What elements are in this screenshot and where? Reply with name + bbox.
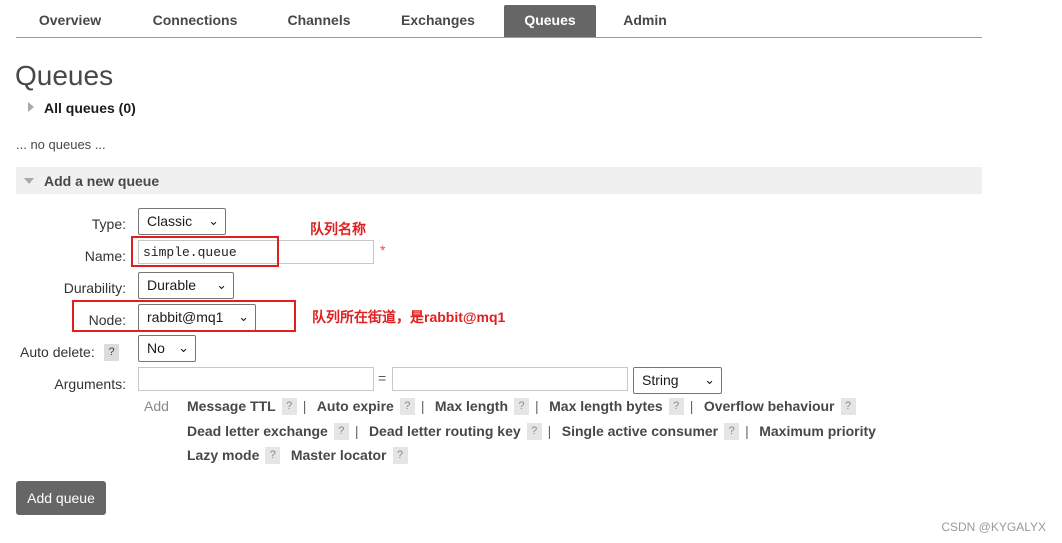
name-annotation: 队列名称	[310, 221, 366, 237]
no-queues-text: ... no queues ...	[16, 137, 106, 152]
separator: |	[302, 398, 307, 414]
add-queue-toggle[interactable]: Add a new queue	[44, 173, 159, 189]
auto-delete-help-icon[interactable]: ?	[104, 344, 119, 361]
tab-overview[interactable]: Overview	[20, 5, 120, 37]
argument-key-input[interactable]	[138, 367, 374, 391]
arg-dead-letter-routing-key[interactable]: Dead letter routing key	[369, 423, 521, 439]
tab-connections[interactable]: Connections	[138, 5, 252, 37]
arg-max-length[interactable]: Max length	[435, 398, 508, 414]
required-marker: *	[380, 242, 386, 258]
arg-shortcuts-line-3: Lazy mode? Master locator?	[187, 447, 414, 465]
node-annotation: 队列所在街道，是rabbit@mq1	[312, 309, 506, 325]
help-icon[interactable]: ?	[724, 423, 740, 441]
collapse-icon[interactable]	[24, 178, 34, 184]
arg-auto-expire[interactable]: Auto expire	[317, 398, 394, 414]
tab-admin[interactable]: Admin	[614, 5, 676, 37]
chevron-down-icon: ⌄	[216, 277, 227, 292]
arg-overflow-behaviour[interactable]: Overflow behaviour	[704, 398, 835, 414]
durability-select[interactable]: Durable ⌄	[138, 272, 234, 299]
separator: |	[535, 398, 539, 414]
help-icon[interactable]: ?	[265, 447, 281, 465]
all-queues-toggle[interactable]: All queues (0)	[44, 100, 136, 116]
name-label: Name:	[84, 248, 126, 264]
arg-maximum-priority[interactable]: Maximum priority	[759, 423, 876, 439]
arg-shortcuts-line-2: Dead letter exchange? | Dead letter routi…	[187, 423, 876, 441]
help-icon[interactable]: ?	[526, 423, 542, 441]
tab-queues[interactable]: Queues	[504, 5, 596, 37]
name-highlight-box	[131, 236, 279, 267]
separator: |	[354, 423, 359, 439]
chevron-down-icon: ⌄	[208, 213, 219, 228]
arg-shortcuts-line-1: Message TTL? | Auto expire? | Max length? |…	[187, 398, 862, 416]
help-icon[interactable]: ?	[514, 398, 530, 416]
help-icon[interactable]: ?	[281, 398, 297, 416]
arg-single-active-consumer[interactable]: Single active consumer	[562, 423, 718, 439]
help-icon[interactable]: ?	[840, 398, 856, 416]
page-title: Queues	[15, 60, 114, 91]
type-label: Type:	[91, 216, 126, 232]
chevron-down-icon: ⌄	[704, 372, 715, 387]
separator: |	[547, 423, 552, 439]
watermark: CSDN @KYGALYX	[941, 520, 1046, 534]
arg-dead-letter-exchange[interactable]: Dead letter exchange	[187, 423, 328, 439]
help-icon[interactable]: ?	[392, 447, 408, 465]
separator: |	[420, 398, 425, 414]
arg-max-length-bytes[interactable]: Max length bytes	[549, 398, 663, 414]
equals-sign: =	[378, 370, 387, 386]
durability-value: Durable	[147, 277, 197, 293]
expand-icon[interactable]	[28, 102, 34, 112]
argument-type-value: String	[642, 372, 679, 388]
tab-channels[interactable]: Channels	[272, 5, 366, 37]
type-value: Classic	[147, 213, 193, 229]
help-icon[interactable]: ?	[333, 423, 349, 441]
auto-delete-select[interactable]: No ⌄	[138, 335, 196, 362]
separator: |	[745, 423, 749, 439]
add-queue-section-header[interactable]	[16, 167, 982, 194]
add-argument-label: Add	[144, 398, 169, 414]
arg-message-ttl[interactable]: Message TTL	[187, 398, 276, 414]
main-nav: Overview Connections Channels Exchanges …	[16, 0, 982, 38]
durability-label: Durability:	[63, 280, 126, 296]
node-highlight-box	[72, 300, 296, 332]
arg-master-locator[interactable]: Master locator	[291, 447, 387, 463]
chevron-down-icon: ⌄	[178, 340, 189, 355]
add-queue-button[interactable]: Add queue	[16, 481, 106, 515]
auto-delete-value: No	[147, 340, 165, 356]
help-icon[interactable]: ?	[399, 398, 415, 416]
type-select[interactable]: Classic ⌄	[138, 208, 226, 235]
argument-value-input[interactable]	[392, 367, 628, 391]
arguments-label: Arguments:	[54, 376, 126, 392]
argument-type-select[interactable]: String ⌄	[633, 367, 722, 394]
help-icon[interactable]: ?	[668, 398, 684, 416]
auto-delete-label: Auto delete:	[20, 344, 95, 360]
arg-lazy-mode[interactable]: Lazy mode	[187, 447, 259, 463]
separator: |	[689, 398, 694, 414]
tab-exchanges[interactable]: Exchanges	[386, 5, 490, 37]
